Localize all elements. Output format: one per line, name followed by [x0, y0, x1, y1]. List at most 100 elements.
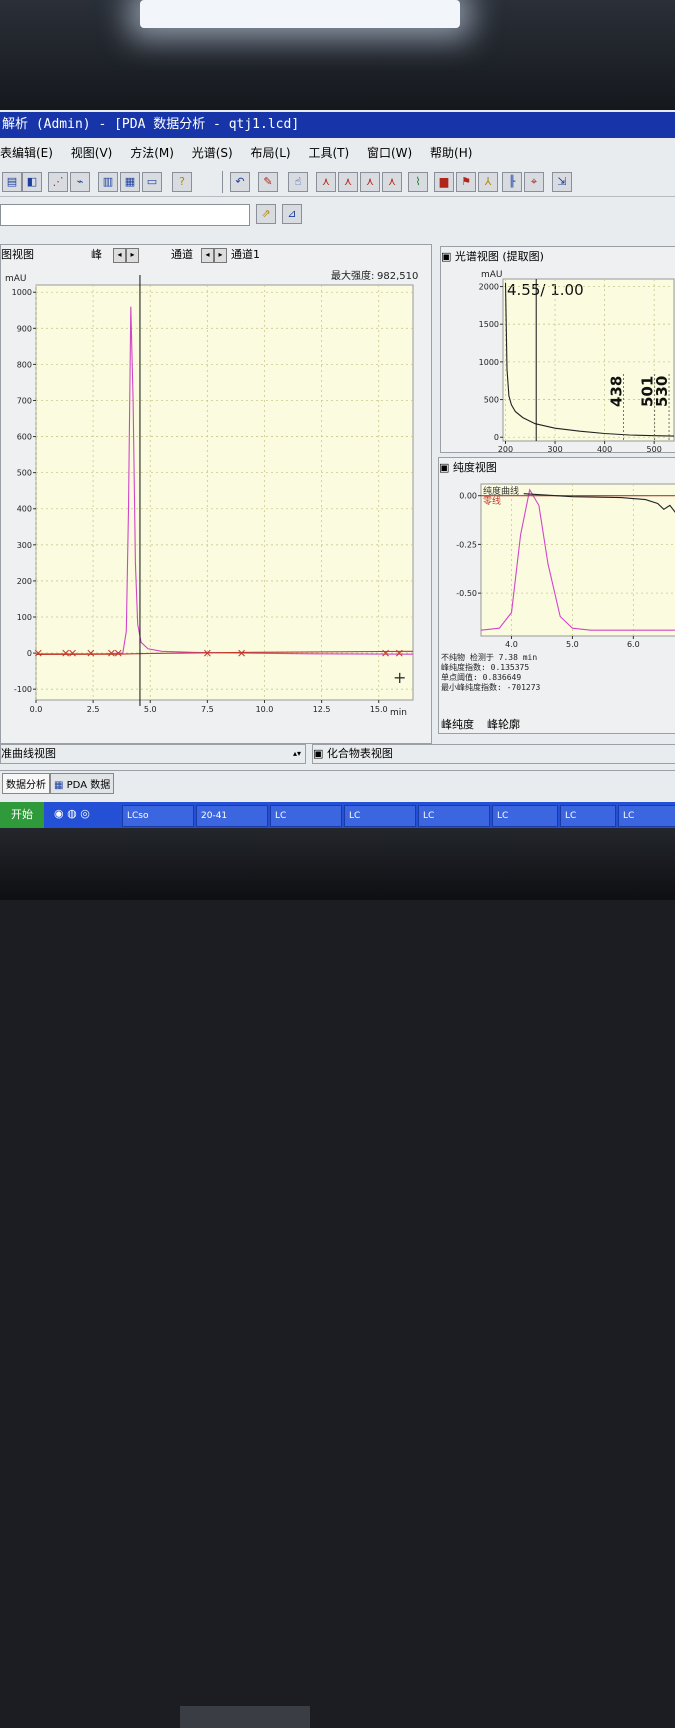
y-tick-label: -0.25 — [456, 540, 477, 549]
single-point-value: 0.836649 — [482, 673, 522, 682]
tab-peak-purity-label: 峰纯度 — [441, 718, 474, 731]
calibration-view-bar[interactable]: 准曲线视图 ▴▾ — [0, 744, 306, 764]
impurity-label: 不纯物 检测于 — [441, 653, 494, 662]
pda-icon: ▦ — [54, 780, 67, 791]
baseline-icon[interactable]: ⇗ — [256, 204, 276, 224]
task-label: LC — [423, 811, 435, 821]
y-tick-label: 400 — [17, 505, 32, 514]
chromatogram-chart[interactable]: mAU 最大强度: 982,510 min 0.0 2.5 5.0 7.5 10.0 12… — [1, 265, 431, 743]
task-item[interactable]: LC — [418, 805, 490, 827]
peak-table2-icon[interactable]: ⋏ — [338, 172, 358, 192]
tab-peak-outline[interactable]: 峰轮廓 — [487, 716, 520, 732]
tab-pda-data[interactable]: ▦ PDA 数据 — [50, 773, 115, 794]
spin-right-icon[interactable]: ▸ — [126, 247, 139, 263]
screen: 解析 (Admin) - [PDA 数据分析 - qtj1.lcd] 表编辑(E… — [0, 110, 675, 828]
spectrum-header: ▣ 光谱视图 (提取图) — [441, 247, 675, 267]
baseline2-icon[interactable]: ⊿ — [282, 204, 302, 224]
menu-item-help[interactable]: 帮助(H) — [430, 146, 472, 160]
scroll-arrows-icon[interactable]: ▴▾ — [293, 745, 301, 763]
tab-peak-purity[interactable]: 峰纯度 — [441, 716, 474, 732]
tab-data-analysis[interactable]: 数据分析 — [2, 773, 50, 794]
y-tick-label: 900 — [17, 324, 32, 333]
y-tick-label: 1500 — [479, 320, 499, 329]
y-tick-label: 1000 — [479, 358, 499, 367]
compound-table-bar[interactable]: ▣ 化合物表视图 — [312, 744, 675, 764]
spin-right-icon[interactable]: ▸ — [214, 247, 227, 263]
menu-item-view[interactable]: 视图(V) — [71, 146, 113, 160]
peak-spinner[interactable]: ◂ ▸ — [113, 245, 139, 265]
y-tick-label: 500 — [484, 396, 499, 405]
purity-panel: ▣ 纯度视图 纯度曲线 零线 4.0 5.0 6.0 0.00 -0.25 -0.50 不… — [438, 457, 675, 734]
task-label: LCso — [127, 811, 149, 821]
undo-icon[interactable]: ↶ — [230, 172, 250, 192]
hand-icon[interactable]: ☝ — [288, 172, 308, 192]
spin-left-icon[interactable]: ◂ — [201, 247, 214, 263]
crosshair-icon: + — [393, 668, 406, 687]
export-icon[interactable]: ⇲ — [552, 172, 572, 192]
y-tick-label: 600 — [17, 433, 32, 442]
edit-integration-icon[interactable]: ⌁ — [70, 172, 90, 192]
bars-icon[interactable]: ╟ — [502, 172, 522, 192]
x-tick-label: 4.0 — [505, 640, 518, 649]
quick-launch-icons[interactable]: ◉ ◍ ◎ — [54, 807, 90, 820]
help-icon[interactable]: ? — [172, 172, 192, 192]
monitor-stand — [180, 1706, 310, 1728]
task-label: LC — [275, 811, 287, 821]
integration-icon[interactable]: ⋰ — [48, 172, 68, 192]
menu-item-method[interactable]: 方法(M) — [130, 146, 174, 160]
layout-c-icon[interactable]: ▭ — [142, 172, 162, 192]
task-item[interactable]: LC — [618, 805, 675, 827]
ceiling-light-reflection — [140, 0, 460, 28]
menu-item-spectrum[interactable]: 光谱(S) — [192, 146, 233, 160]
max-intensity-value: 982,510 — [377, 271, 418, 282]
layout-a-icon[interactable]: ▥ — [98, 172, 118, 192]
person-icon[interactable]: ⅄ — [478, 172, 498, 192]
purity-chart[interactable]: 纯度曲线 零线 4.0 5.0 6.00.00-0.25-0.50 — [439, 478, 675, 653]
print-preview-icon[interactable]: ◧ — [22, 172, 42, 192]
layout-b-icon[interactable]: ▦ — [120, 172, 140, 192]
menu-item-tools[interactable]: 工具(T) — [308, 146, 349, 160]
y-tick-label: 700 — [17, 396, 32, 405]
peak-table4-icon[interactable]: ⋏ — [382, 172, 402, 192]
spin-left-icon[interactable]: ◂ — [113, 247, 126, 263]
x-tick-label: 200 — [498, 445, 513, 452]
purity-header: ▣ 纯度视图 — [439, 458, 675, 478]
task-item[interactable]: LC — [344, 805, 416, 827]
start-button[interactable]: 开始 — [0, 802, 44, 828]
peak-table-icon[interactable]: ⋏ — [316, 172, 336, 192]
start-label: 开始 — [11, 808, 33, 821]
chart-bar-icon[interactable]: ▆ — [434, 172, 454, 192]
y-tick-label: 100 — [17, 613, 32, 622]
target-icon[interactable]: ⌖ — [524, 172, 544, 192]
spectrum-icon[interactable]: ⌇ — [408, 172, 428, 192]
menu-item-table-edit[interactable]: 表编辑(E) — [0, 146, 53, 160]
chart-flag-icon[interactable]: ⚑ — [456, 172, 476, 192]
menu-item-window[interactable]: 窗口(W) — [367, 146, 412, 160]
peak-table3-icon[interactable]: ⋏ — [360, 172, 380, 192]
y-tick-label: 300 — [17, 541, 32, 550]
bottom-panels: 准曲线视图 ▴▾ ▣ 化合物表视图 数据分析 ▦ PDA 数据 — [0, 744, 675, 800]
wand-icon[interactable]: ✎ — [258, 172, 278, 192]
menu-item-layout[interactable]: 布局(L) — [251, 146, 291, 160]
print-icon[interactable]: ▤ — [2, 172, 22, 192]
spectrum-chart[interactable]: mAU 4.55/ 1.00 200 300 400 500 0 500 1000 1500 2… — [441, 267, 675, 452]
impurity-value: 7.38 min — [498, 653, 538, 662]
y-tick-label: 200 — [17, 577, 32, 586]
task-label: LC — [349, 811, 361, 821]
y-tick-label: -0.50 — [456, 589, 477, 598]
task-label: 20-41 — [201, 811, 228, 821]
purity-panel-icon: ▣ — [439, 461, 453, 474]
spectrum-time-label: 4.55/ 1.00 — [507, 281, 584, 299]
min-peak-purity-label: 最小峰纯度指数: — [441, 683, 502, 692]
task-item[interactable]: LC — [270, 805, 342, 827]
task-item[interactable]: LC — [560, 805, 616, 827]
task-item[interactable]: LC — [492, 805, 558, 827]
chromatogram-title: 图视图 — [1, 248, 34, 261]
x-tick-label: 5.0 — [566, 640, 579, 649]
method-input[interactable] — [0, 204, 250, 226]
min-peak-purity-value: -701273 — [506, 683, 541, 692]
channel-spinner[interactable]: ◂ ▸ — [201, 245, 227, 265]
task-item[interactable]: 20-41 — [196, 805, 268, 827]
task-item[interactable]: LCso — [122, 805, 194, 827]
chromatogram-panel: 图视图 峰 ◂ ▸ 通道 ◂ ▸ 通道1 mAU 最大强度: 982,510 min… — [0, 244, 432, 744]
